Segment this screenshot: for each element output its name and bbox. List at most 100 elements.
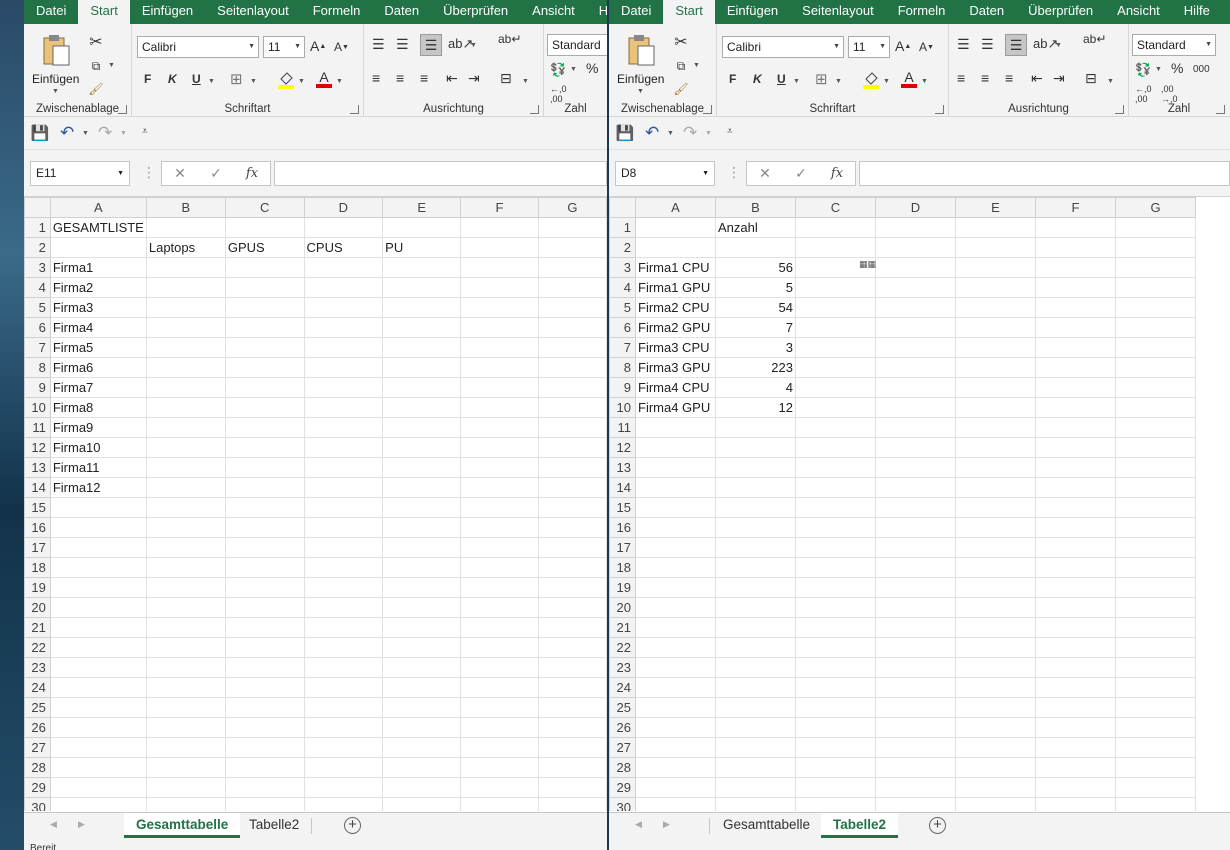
merge-cells-icon[interactable]: ⊟ <box>500 70 512 87</box>
sheet-tab-tabelle2[interactable]: Tabelle2 <box>821 813 899 838</box>
cell[interactable] <box>224 377 305 398</box>
cell[interactable] <box>224 417 305 438</box>
cell[interactable] <box>145 297 226 318</box>
cell[interactable] <box>537 457 607 478</box>
cell[interactable] <box>1035 717 1116 738</box>
tab-hilfe[interactable]: Hilfe <box>1172 0 1222 24</box>
cell[interactable] <box>537 617 607 638</box>
currency-icon[interactable]: 💱 <box>1135 62 1151 78</box>
chevron-down-icon[interactable]: ▼ <box>52 88 59 95</box>
cell[interactable] <box>460 617 539 638</box>
row-header[interactable]: 11 <box>609 417 636 438</box>
cell[interactable] <box>145 417 226 438</box>
select-all-corner[interactable] <box>609 197 636 218</box>
cell[interactable]: Firma1 CPU <box>635 257 716 278</box>
cell[interactable] <box>303 337 384 358</box>
cell[interactable] <box>537 697 607 718</box>
cell[interactable] <box>955 297 1036 318</box>
dialog-launcher-icon[interactable] <box>1115 105 1124 114</box>
percent-icon[interactable]: % <box>586 60 598 76</box>
row-header[interactable]: 9 <box>24 377 51 398</box>
cell[interactable]: Firma3 GPU <box>635 357 716 378</box>
row-header[interactable]: 2 <box>609 237 636 258</box>
cell[interactable] <box>955 237 1036 258</box>
cell[interactable] <box>715 597 796 618</box>
chevron-down-icon[interactable]: ▼ <box>522 78 529 85</box>
cell[interactable] <box>1115 597 1196 618</box>
cell[interactable] <box>1035 237 1116 258</box>
cell[interactable] <box>224 757 305 778</box>
cell[interactable] <box>49 237 147 258</box>
enter-icon[interactable]: ✓ <box>198 162 234 185</box>
cell[interactable] <box>460 357 539 378</box>
cell[interactable] <box>537 777 607 798</box>
tab-daten[interactable]: Daten <box>372 0 431 24</box>
cell[interactable] <box>955 417 1036 438</box>
cell[interactable] <box>382 677 462 698</box>
cell[interactable] <box>955 377 1036 398</box>
currency-icon[interactable]: 💱 <box>550 62 566 78</box>
cell[interactable] <box>715 537 796 558</box>
increase-decimal-icon[interactable]: ←,0,00 <box>550 84 567 104</box>
cell[interactable] <box>795 477 876 498</box>
cell[interactable] <box>875 357 956 378</box>
cell[interactable] <box>715 737 796 758</box>
cell[interactable] <box>875 277 956 298</box>
paste-label[interactable]: Einfügen <box>32 72 79 86</box>
cell[interactable] <box>715 477 796 498</box>
column-header[interactable]: G <box>537 197 607 218</box>
row-header[interactable]: 22 <box>609 637 636 658</box>
tab-seitenlayout[interactable]: Seitenlayout <box>205 0 301 24</box>
cell[interactable] <box>635 477 716 498</box>
cell[interactable] <box>537 477 607 498</box>
cell[interactable] <box>224 577 305 598</box>
cell[interactable] <box>49 537 147 558</box>
cell[interactable] <box>795 417 876 438</box>
cell[interactable] <box>382 457 462 478</box>
cell[interactable]: Anzahl <box>715 217 796 238</box>
cell[interactable]: 56 <box>715 257 796 278</box>
customize-toolbar-icon[interactable]: ⩡ <box>142 126 148 137</box>
row-header[interactable]: 6 <box>609 317 636 338</box>
cell[interactable] <box>145 397 226 418</box>
bold-button[interactable]: F <box>729 72 736 86</box>
cell[interactable] <box>460 257 539 278</box>
cell[interactable] <box>955 217 1036 238</box>
cell[interactable] <box>715 657 796 678</box>
cell[interactable] <box>303 417 384 438</box>
merge-cells-icon[interactable]: ⊟ <box>1085 70 1097 87</box>
cell[interactable] <box>460 537 539 558</box>
cell[interactable] <box>955 657 1036 678</box>
cell[interactable] <box>635 537 716 558</box>
cell[interactable] <box>303 657 384 678</box>
cell[interactable] <box>224 557 305 578</box>
cell[interactable] <box>1035 597 1116 618</box>
cell[interactable] <box>1115 617 1196 638</box>
cell[interactable] <box>795 797 876 811</box>
cell[interactable] <box>875 677 956 698</box>
percent-icon[interactable]: % <box>1171 60 1183 76</box>
cell[interactable] <box>460 577 539 598</box>
cell[interactable] <box>955 677 1036 698</box>
cell[interactable] <box>875 237 956 258</box>
cell[interactable] <box>382 557 462 578</box>
align-right-icon[interactable]: ≡ <box>420 70 428 86</box>
cell[interactable] <box>303 677 384 698</box>
cell[interactable] <box>303 717 384 738</box>
column-header[interactable]: A <box>635 197 716 218</box>
cell[interactable] <box>145 737 226 758</box>
grow-font-icon[interactable]: A ▲ <box>895 38 911 54</box>
row-header[interactable]: 15 <box>24 497 51 518</box>
cell[interactable] <box>1115 317 1196 338</box>
cell[interactable] <box>303 577 384 598</box>
row-header[interactable]: 8 <box>609 357 636 378</box>
cell[interactable] <box>460 697 539 718</box>
insert-function-icon[interactable]: fx <box>234 162 270 185</box>
cell[interactable] <box>537 657 607 678</box>
cell[interactable] <box>303 597 384 618</box>
row-header[interactable]: 29 <box>24 777 51 798</box>
cell[interactable] <box>1115 377 1196 398</box>
cell[interactable] <box>635 457 716 478</box>
cell[interactable] <box>460 517 539 538</box>
cell[interactable] <box>1035 677 1116 698</box>
